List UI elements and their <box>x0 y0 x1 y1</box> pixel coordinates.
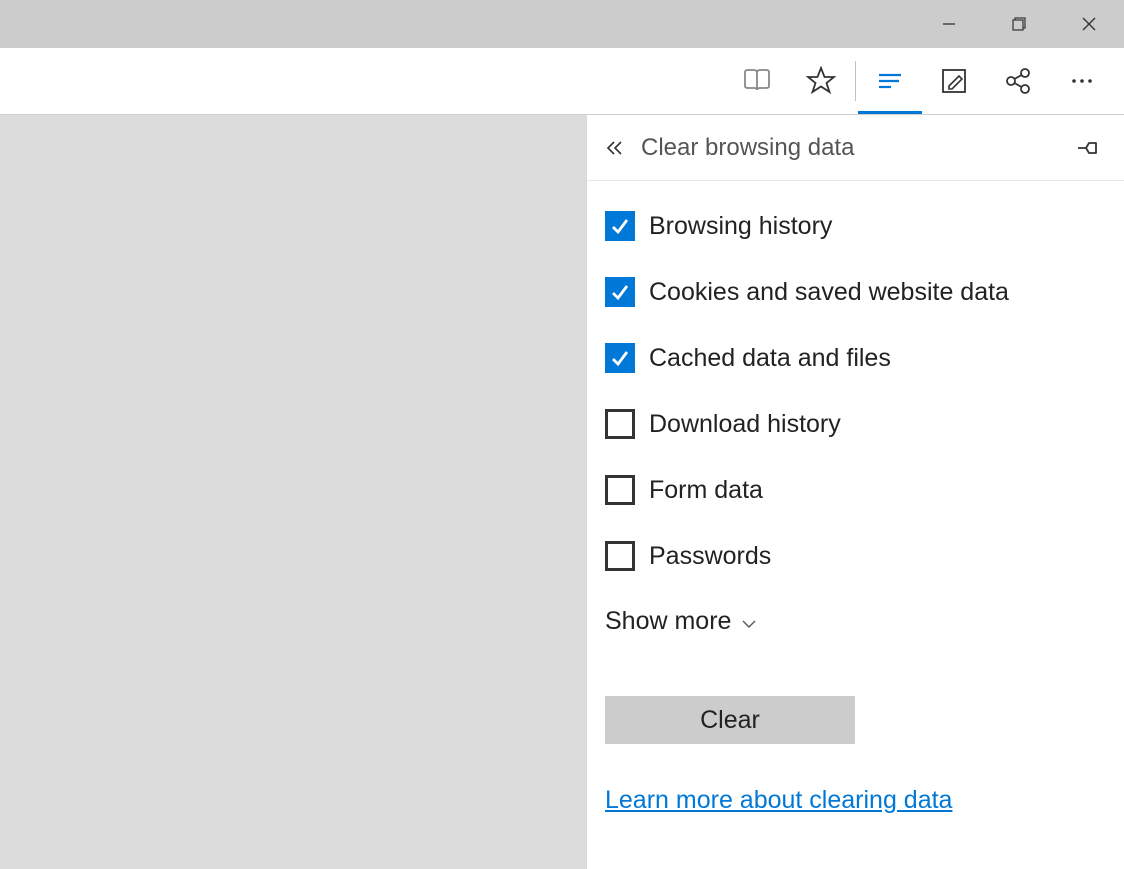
favorites-button[interactable] <box>789 48 853 114</box>
learn-more-link[interactable]: Learn more about clearing data <box>605 786 952 814</box>
hub-icon <box>875 66 905 96</box>
chevron-left-double-icon <box>605 138 625 158</box>
option-label: Passwords <box>649 542 771 571</box>
checkbox[interactable] <box>605 211 635 241</box>
more-icon <box>1067 66 1097 96</box>
window-titlebar <box>0 0 1124 48</box>
web-note-icon <box>939 66 969 96</box>
check-icon <box>609 347 631 369</box>
pin-icon <box>1078 138 1102 158</box>
reading-view-button[interactable] <box>725 48 789 114</box>
option-label: Browsing history <box>649 212 832 241</box>
option-row[interactable]: Browsing history <box>605 211 1106 241</box>
minimize-icon <box>942 17 956 31</box>
clear-browsing-data-panel: Clear browsing data Browsing history Cook… <box>586 115 1124 869</box>
star-icon <box>806 66 836 96</box>
back-button[interactable] <box>597 130 633 166</box>
close-icon <box>1082 17 1096 31</box>
maximize-button[interactable] <box>984 0 1054 48</box>
option-label: Form data <box>649 476 763 505</box>
option-label: Cookies and saved website data <box>649 278 1009 307</box>
show-more-label: Show more <box>605 607 731 636</box>
more-button[interactable] <box>1050 48 1114 114</box>
check-icon <box>609 281 631 303</box>
option-row[interactable]: Download history <box>605 409 1106 439</box>
browser-toolbar <box>0 48 1124 115</box>
toolbar-divider <box>855 61 856 101</box>
minimize-button[interactable] <box>914 0 984 48</box>
checkbox[interactable] <box>605 277 635 307</box>
reading-view-icon <box>742 66 772 96</box>
checkbox[interactable] <box>605 475 635 505</box>
panel-body[interactable]: Browsing history Cookies and saved websit… <box>587 181 1124 869</box>
chevron-down-icon <box>741 618 757 630</box>
clear-button[interactable]: Clear <box>605 696 855 744</box>
close-button[interactable] <box>1054 0 1124 48</box>
checkbox[interactable] <box>605 343 635 373</box>
share-icon <box>1003 66 1033 96</box>
option-row[interactable]: Form data <box>605 475 1106 505</box>
option-row[interactable]: Cookies and saved website data <box>605 277 1106 307</box>
checkbox[interactable] <box>605 409 635 439</box>
option-row[interactable]: Cached data and files <box>605 343 1106 373</box>
share-button[interactable] <box>986 48 1050 114</box>
web-note-button[interactable] <box>922 48 986 114</box>
panel-header: Clear browsing data <box>587 115 1124 181</box>
option-label: Download history <box>649 410 841 439</box>
show-more-button[interactable]: Show more <box>605 607 1106 636</box>
option-row[interactable]: Passwords <box>605 541 1106 571</box>
maximize-icon <box>1012 17 1026 31</box>
clear-button-label: Clear <box>700 706 760 735</box>
panel-title: Clear browsing data <box>641 134 1072 162</box>
pin-button[interactable] <box>1072 130 1108 166</box>
check-icon <box>609 215 631 237</box>
checkbox[interactable] <box>605 541 635 571</box>
option-label: Cached data and files <box>649 344 891 373</box>
hub-button[interactable] <box>858 48 922 114</box>
